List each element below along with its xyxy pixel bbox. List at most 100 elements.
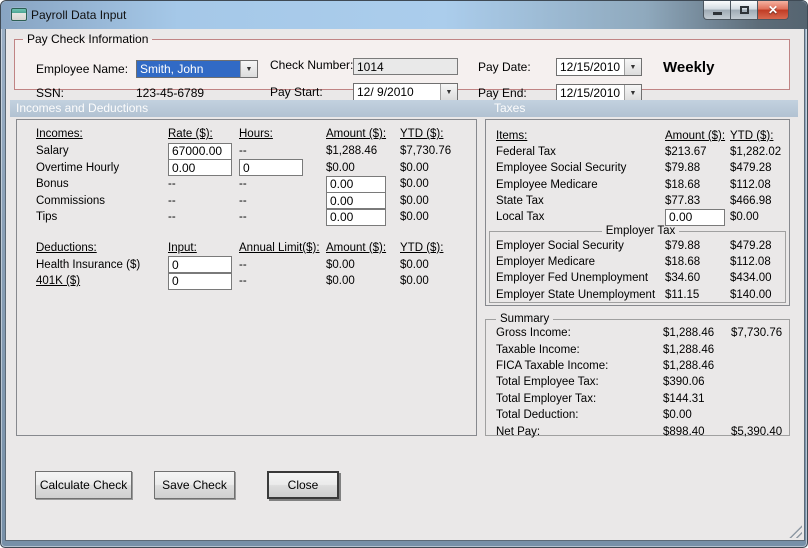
tips-amount-input[interactable] bbox=[326, 208, 386, 226]
incomes-col-hours: Hours: bbox=[239, 128, 273, 141]
income-row-salary: Salary -- $1,288.46 $7,730.76 bbox=[36, 142, 476, 160]
tax-label: Employee Social Security bbox=[496, 162, 627, 175]
employer-tax-row-ss: Employer Social Security $79.88 $479.28 bbox=[496, 238, 785, 254]
401k-input[interactable] bbox=[168, 272, 232, 290]
overtime-hours-input[interactable] bbox=[239, 159, 303, 177]
summary-amount: $1,288.46 bbox=[663, 343, 715, 356]
deductions-header-row: Deductions: Input: Annual Limit($): Amou… bbox=[36, 240, 476, 257]
employer-tax-row-fed-unemployment: Employer Fed Unemployment $34.60 $434.00 bbox=[496, 270, 785, 286]
close-window-button[interactable]: ✕ bbox=[758, 1, 789, 20]
paycheck-info-group: Pay Check Information Employee Name: Smi… bbox=[14, 32, 790, 102]
deductions-col-ytd: YTD ($): bbox=[400, 241, 444, 254]
summary-label: Total Employee Tax: bbox=[496, 376, 599, 389]
tax-ytd: $479.28 bbox=[730, 162, 772, 175]
salary-rate-input[interactable] bbox=[168, 142, 232, 160]
maximize-button[interactable] bbox=[731, 1, 758, 20]
tax-label: Employer Social Security bbox=[496, 240, 624, 253]
tax-label: Federal Tax bbox=[496, 146, 556, 159]
summary-label: Total Deduction: bbox=[496, 409, 579, 422]
taxes-col-item: Items: bbox=[496, 130, 528, 143]
income-row-commissions: Commissions -- -- $0.00 bbox=[36, 192, 476, 210]
tax-row-employee-ss: Employee Social Security $79.88 $479.28 bbox=[496, 160, 789, 176]
pay-date-label: Pay Date: bbox=[478, 60, 531, 74]
check-number-input[interactable] bbox=[353, 58, 458, 75]
income-rate: -- bbox=[168, 194, 176, 207]
tax-row-state: State Tax $77.83 $466.98 bbox=[496, 193, 789, 209]
employee-name-select[interactable]: Smith, John ▼ bbox=[136, 60, 258, 78]
overtime-rate-input[interactable] bbox=[168, 159, 232, 177]
deduction-label: Health Insurance ($) bbox=[36, 258, 141, 271]
summary-ytd: $7,730.76 bbox=[731, 327, 783, 340]
summary-row-deduction: Total Deduction: $0.00 bbox=[496, 407, 789, 423]
chevron-down-icon[interactable]: ▼ bbox=[624, 85, 641, 101]
deduction-row-401k: 401K ($) -- $0.00 $0.00 bbox=[36, 272, 476, 290]
tax-ytd: $112.08 bbox=[730, 256, 771, 269]
calculate-check-button[interactable]: Calculate Check bbox=[35, 471, 132, 499]
employee-name-label: Employee Name: bbox=[36, 62, 129, 76]
taxes-panel: Items: Amount ($): YTD ($): Federal Tax … bbox=[485, 119, 790, 306]
chevron-down-icon[interactable]: ▼ bbox=[624, 59, 641, 75]
income-label: Overtime Hourly bbox=[36, 161, 120, 174]
pay-start-datepicker[interactable]: 12/ 9/2010 ▼ bbox=[353, 83, 458, 101]
resize-grip[interactable] bbox=[788, 524, 802, 538]
pay-date-datepicker[interactable]: 12/15/2010 ▼ bbox=[556, 58, 642, 76]
client-area: Pay Check Information Employee Name: Smi… bbox=[5, 29, 805, 541]
tax-label: Employee Medicare bbox=[496, 178, 598, 191]
tax-label: Employer State Unemployment bbox=[496, 288, 656, 301]
local-tax-input[interactable] bbox=[665, 208, 725, 226]
titlebar[interactable]: Payroll Data Input ✕ bbox=[1, 1, 807, 29]
income-ytd: $0.00 bbox=[400, 161, 429, 174]
summary-label: Total Employer Tax: bbox=[496, 392, 597, 405]
health-insurance-input[interactable] bbox=[168, 256, 232, 274]
save-check-button[interactable]: Save Check bbox=[154, 471, 235, 499]
income-amount: $1,288.46 bbox=[326, 145, 378, 158]
income-rate: -- bbox=[168, 211, 176, 224]
income-ytd: $0.00 bbox=[400, 194, 429, 207]
tax-ytd: $112.08 bbox=[730, 178, 771, 191]
deduction-401k-link[interactable]: 401K ($) bbox=[36, 275, 168, 287]
summary-label: Gross Income: bbox=[496, 327, 571, 340]
check-number-label: Check Number: bbox=[270, 58, 354, 72]
pay-end-label: Pay End: bbox=[478, 86, 527, 100]
income-label: Tips bbox=[36, 211, 58, 224]
deductions-col-limit: Annual Limit($): bbox=[239, 241, 320, 254]
incomes-col-item: Incomes: bbox=[36, 128, 83, 141]
tax-amount: $18.68 bbox=[665, 256, 701, 269]
deduction-ytd: $0.00 bbox=[400, 275, 429, 288]
incomes-deductions-panel: Incomes: Rate ($): Hours: Amount ($): YT… bbox=[16, 119, 477, 436]
pay-start-value: 12/ 9/2010 bbox=[357, 85, 414, 99]
income-hours: -- bbox=[239, 178, 247, 191]
summary-amount: $0.00 bbox=[663, 409, 692, 422]
employer-tax-group: Employer Tax Employer Social Security $7… bbox=[489, 225, 786, 303]
bonus-amount-input[interactable] bbox=[326, 175, 386, 193]
pay-frequency-label: Weekly bbox=[663, 59, 715, 76]
tax-row-local: Local Tax $0.00 bbox=[496, 208, 789, 226]
income-hours: -- bbox=[239, 194, 247, 207]
summary-row-employee-tax: Total Employee Tax: $390.06 bbox=[496, 374, 789, 390]
summary-row-gross: Gross Income: $1,288.46 $7,730.76 bbox=[496, 325, 789, 341]
summary-row-employer-tax: Total Employer Tax: $144.31 bbox=[496, 391, 789, 407]
commissions-amount-input[interactable] bbox=[326, 192, 386, 210]
minimize-button[interactable] bbox=[703, 1, 731, 20]
income-rate: -- bbox=[168, 178, 176, 191]
summary-legend: Summary bbox=[500, 313, 550, 325]
summary-row-taxable: Taxable Income: $1,288.46 bbox=[496, 341, 789, 357]
section-header-bar: Incomes and Deductions Taxes bbox=[10, 100, 798, 117]
deduction-limit: -- bbox=[239, 275, 247, 288]
income-row-bonus: Bonus -- -- $0.00 bbox=[36, 175, 476, 193]
chevron-down-icon[interactable]: ▼ bbox=[240, 61, 257, 77]
taxes-col-ytd: YTD ($): bbox=[730, 130, 774, 143]
employer-tax-row-state-unemployment: Employer State Unemployment $11.15 $140.… bbox=[496, 287, 785, 303]
close-button[interactable]: Close bbox=[267, 471, 339, 499]
tax-label: Local Tax bbox=[496, 211, 545, 224]
deduction-ytd: $0.00 bbox=[400, 258, 429, 271]
tax-ytd: $140.00 bbox=[730, 288, 772, 301]
window-title: Payroll Data Input bbox=[31, 8, 127, 22]
tax-ytd: $466.98 bbox=[730, 194, 772, 207]
income-hours: -- bbox=[239, 145, 247, 158]
incomes-col-amount: Amount ($): bbox=[326, 128, 387, 141]
taxes-header-row: Items: Amount ($): YTD ($): bbox=[496, 128, 789, 144]
chevron-down-icon[interactable]: ▼ bbox=[440, 84, 457, 100]
tax-ytd: $0.00 bbox=[730, 211, 759, 224]
deduction-amount: $0.00 bbox=[326, 258, 355, 271]
